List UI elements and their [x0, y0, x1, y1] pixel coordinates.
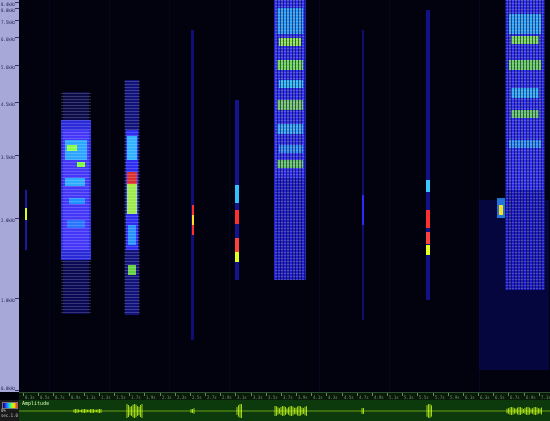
time-tick-mark: [220, 393, 221, 396]
time-tick-mark: [281, 393, 282, 396]
freq-tick-label: 8.4kHz: [1, 2, 16, 7]
time-tick-mark: [508, 393, 509, 396]
spectrogram-canvas[interactable]: [19, 0, 550, 392]
freq-tick-label: 0.0kHz: [1, 386, 16, 391]
time-tick-mark: [493, 393, 494, 396]
time-tick-mark: [160, 393, 161, 396]
waveform-plot: [19, 404, 550, 418]
time-tick-mark: [129, 393, 130, 396]
burst-3: [124, 80, 140, 315]
time-tick-mark: [266, 393, 267, 396]
freq-tick-label: 7.5kHz: [1, 20, 16, 25]
freq-tick-label: 4.5kHz: [1, 102, 16, 107]
time-tick-mark: [524, 393, 525, 396]
time-tick-mark: [23, 393, 24, 396]
amplitude-time-label: sec.1.0: [1, 413, 18, 418]
time-tick-mark: [433, 393, 434, 396]
burst-2: [61, 92, 91, 314]
time-tick-mark: [144, 393, 145, 396]
freq-tick-label: 1.0kHz: [1, 298, 16, 303]
spectrogram-window: 8.4kHz 8.0kHz 7.5kHz 6.6kHz 5.6kHz 4.5kHz 3.5k…: [0, 0, 550, 421]
time-tick-mark: [417, 393, 418, 396]
amplitude-panel: 0% sec.1.0 Amplitude: [0, 400, 550, 421]
time-tick-mark: [84, 393, 85, 396]
time-tick-mark: [53, 393, 54, 396]
time-tick-mark: [357, 393, 358, 396]
burst-6: [426, 10, 430, 300]
spectrogram-image: [19, 0, 550, 392]
time-tick-mark: [175, 393, 176, 396]
time-tick-mark: [463, 393, 464, 396]
time-tick-mark: [99, 393, 100, 396]
burst-5: [274, 0, 306, 280]
burst-1: [25, 190, 27, 250]
time-tick-mark: [205, 393, 206, 396]
time-tick-mark: [372, 393, 373, 396]
time-tick-mark: [478, 393, 479, 396]
time-tick-mark: [326, 393, 327, 396]
time-tick-mark: [296, 393, 297, 396]
freq-tick-label: 8.0kHz: [1, 8, 16, 13]
time-tick-mark: [251, 393, 252, 396]
amplitude-waveform[interactable]: Amplitude: [19, 400, 550, 421]
time-tick-mark: [402, 393, 403, 396]
time-tick-mark: [235, 393, 236, 396]
time-tick-mark: [190, 393, 191, 396]
frequency-ruler: 8.4kHz 8.0kHz 7.5kHz 6.6kHz 5.6kHz 4.5kHz 3.5k…: [0, 0, 20, 392]
freq-tick-label: 2.0kHz: [1, 218, 16, 223]
time-tick-mark: [69, 393, 70, 396]
time-tick-mark: [448, 393, 449, 396]
amplitude-label: Amplitude: [22, 401, 50, 407]
freq-tick-label: 6.6kHz: [1, 37, 16, 42]
time-tick-mark: [114, 393, 115, 396]
time-tick-mark: [38, 393, 39, 396]
freq-tick-label: 5.6kHz: [1, 65, 16, 70]
freq-tick-label: 3.5kHz: [1, 155, 16, 160]
burst-4: [235, 100, 239, 280]
time-tick-mark: [387, 393, 388, 396]
amplitude-legend: 0% sec.1.0: [0, 400, 20, 421]
time-tick-mark: [342, 393, 343, 396]
time-tick-mark: [311, 393, 312, 396]
time-tick-mark: [539, 393, 540, 396]
